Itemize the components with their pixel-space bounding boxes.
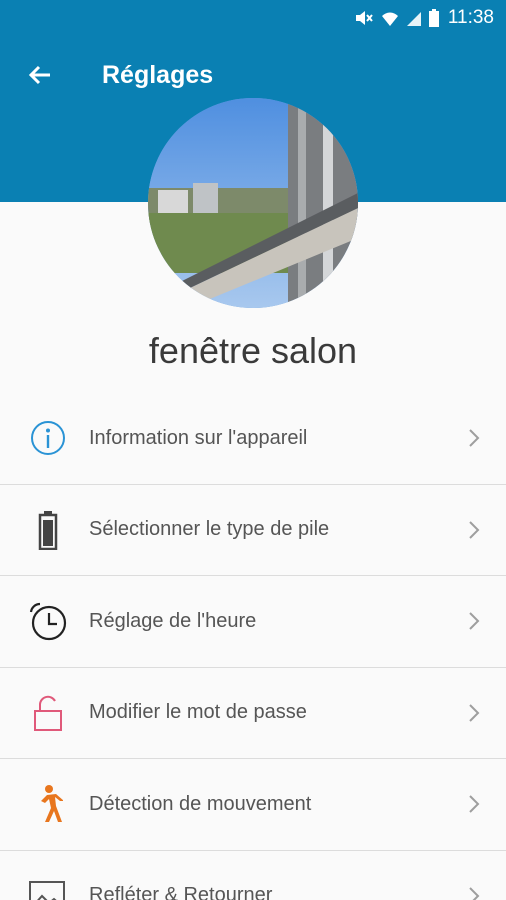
wifi-icon bbox=[381, 9, 399, 27]
info-icon bbox=[26, 416, 70, 460]
walking-person-icon bbox=[26, 782, 70, 826]
menu-item-mirror-flip[interactable]: Refléter & Retourner bbox=[0, 851, 506, 900]
mute-icon bbox=[354, 9, 374, 27]
menu-item-change-password[interactable]: Modifier le mot de passe bbox=[0, 668, 506, 759]
chevron-right-icon bbox=[464, 611, 484, 631]
menu-item-label: Détection de mouvement bbox=[89, 792, 312, 815]
battery-status-icon bbox=[428, 9, 439, 27]
menu-item-label: Sélectionner le type de pile bbox=[89, 518, 330, 541]
alarm-clock-icon bbox=[26, 599, 70, 643]
chevron-right-icon bbox=[464, 886, 484, 900]
page-title: Réglages bbox=[102, 60, 214, 89]
settings-menu: Information sur l'appareil Sélectionner … bbox=[0, 393, 506, 900]
menu-item-label: Refléter & Retourner bbox=[89, 884, 273, 900]
back-button[interactable] bbox=[20, 55, 60, 95]
menu-item-device-info[interactable]: Information sur l'appareil bbox=[0, 393, 506, 485]
unlock-icon bbox=[26, 691, 70, 735]
battery-icon bbox=[26, 508, 70, 552]
signal-icon bbox=[406, 9, 422, 27]
menu-item-time-setting[interactable]: Réglage de l'heure bbox=[0, 576, 506, 668]
device-avatar[interactable] bbox=[148, 98, 358, 308]
menu-item-label: Modifier le mot de passe bbox=[89, 701, 307, 724]
menu-item-battery-type[interactable]: Sélectionner le type de pile bbox=[0, 485, 506, 576]
chevron-right-icon bbox=[464, 794, 484, 814]
status-bar: 11:38 bbox=[0, 0, 506, 36]
chevron-right-icon bbox=[464, 520, 484, 540]
device-name: fenêtre salon bbox=[148, 330, 358, 371]
menu-item-motion-detection[interactable]: Détection de mouvement bbox=[0, 759, 506, 851]
arrow-left-icon bbox=[28, 65, 50, 85]
chevron-right-icon bbox=[464, 703, 484, 723]
menu-item-label: Réglage de l'heure bbox=[89, 609, 257, 632]
menu-item-label: Information sur l'appareil bbox=[89, 426, 308, 449]
clock: 11:38 bbox=[447, 7, 494, 28]
toolbar: Réglages bbox=[0, 46, 506, 104]
chevron-right-icon bbox=[464, 428, 484, 448]
image-icon bbox=[26, 874, 70, 900]
